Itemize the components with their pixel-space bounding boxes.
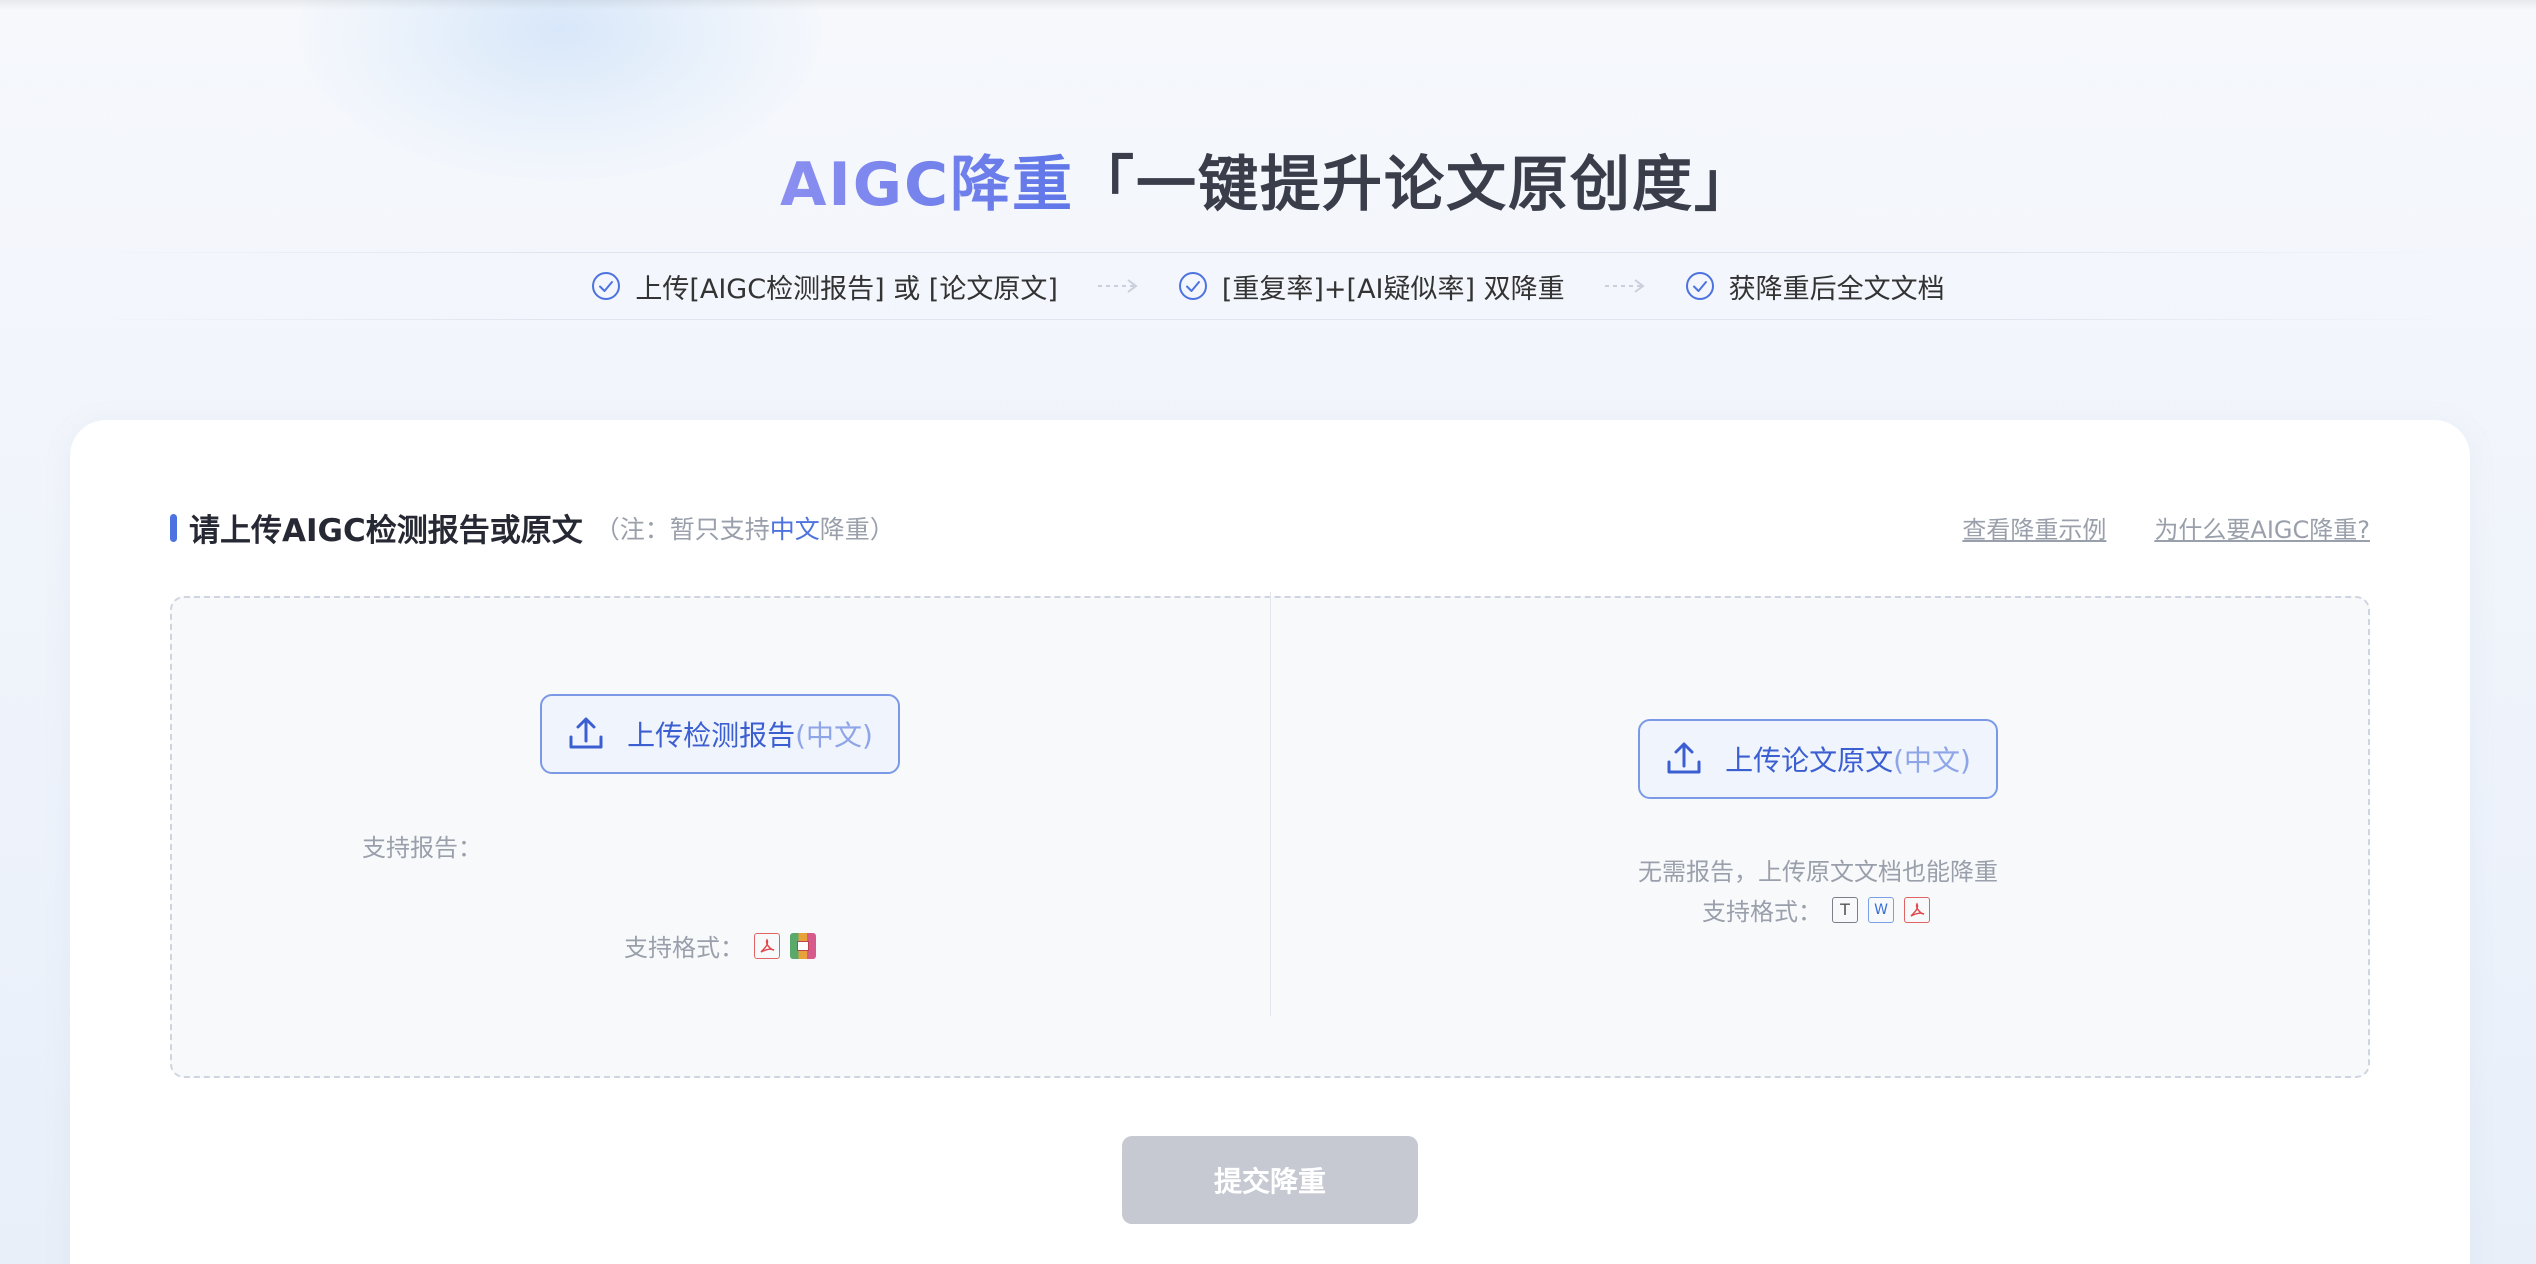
upload-card: 请上传AIGC检测报告或原文 （注：暂只支持中文降重） 查看降重示例 为什么要A… <box>70 420 2470 1264</box>
check-circle-icon <box>1178 272 1207 300</box>
steps-bottom-divider <box>75 319 2465 320</box>
section-note: （注：暂只支持中文降重） <box>595 510 895 546</box>
support-report-label: 支持报告： <box>362 834 482 862</box>
dashed-arrow-icon <box>1604 279 1645 293</box>
check-circle-icon <box>1685 272 1714 300</box>
pdf-icon <box>1904 896 1930 923</box>
process-steps: 上传[AIGC检测报告] 或 [论文原文] [重复率]+[AI疑似率] 双降重 … <box>0 262 2536 310</box>
dashed-arrow-icon <box>1097 279 1138 293</box>
step-label: [重复率]+[AI疑似率] 双降重 <box>1221 273 1565 305</box>
upload-dropzone[interactable]: 上传检测报告 (中文) 支持报告： 支持格式： 上传论文原文 (中文) 无需报告，上… <box>170 592 2370 1078</box>
support-format-label: 支持格式： <box>624 934 744 962</box>
step-get-document: 获降重后全文文档 <box>1685 267 1945 306</box>
upload-report-label: 上传检测报告 <box>627 719 796 752</box>
right-format-row: 支持格式： T W <box>1702 892 1930 927</box>
left-format-row: 支持格式： <box>624 928 816 963</box>
support-format-label: 支持格式： <box>1702 898 1822 926</box>
page-title-accent: AIGC降重 <box>779 150 1075 220</box>
upload-icon <box>1667 742 1701 774</box>
check-circle-icon <box>592 272 621 300</box>
view-example-link[interactable]: 查看降重示例 <box>1962 510 2106 545</box>
top-bar-shadow <box>0 0 2536 10</box>
step-label: 上传[AIGC检测报告] 或 [论文原文] <box>635 273 1058 305</box>
upload-paper-label: 上传论文原文 <box>1725 744 1894 777</box>
steps-top-divider <box>75 252 2465 253</box>
step-upload: 上传[AIGC检测报告] 或 [论文原文] <box>591 267 1058 306</box>
zip-icon <box>790 932 816 959</box>
section-accent-bar <box>170 513 177 542</box>
section-title: 请上传AIGC检测报告或原文 <box>189 513 583 549</box>
step-label: 获降重后全文文档 <box>1728 273 1945 305</box>
word-icon: W <box>1868 896 1894 923</box>
submit-button[interactable]: 提交降重 <box>1122 1136 1418 1224</box>
upload-report-button[interactable]: 上传检测报告 (中文) <box>540 694 900 774</box>
upload-report-suffix: (中文) <box>795 719 873 752</box>
pdf-icon <box>754 932 780 959</box>
note-suffix: 降重） <box>819 514 895 544</box>
no-report-hint: 无需报告，上传原文文档也能降重 <box>1638 858 1998 886</box>
step-dual-reduce: [重复率]+[AI疑似率] 双降重 <box>1178 267 1565 306</box>
section-header: 请上传AIGC检测报告或原文 （注：暂只支持中文降重） <box>170 505 895 550</box>
txt-icon: T <box>1832 896 1858 923</box>
note-highlight: 中文 <box>769 514 820 544</box>
header-links: 查看降重示例 为什么要AIGC降重? <box>1914 510 2370 545</box>
upload-paper-suffix: (中文) <box>1893 744 1971 777</box>
why-aigc-link[interactable]: 为什么要AIGC降重? <box>2154 510 2370 545</box>
upload-icon <box>569 717 603 749</box>
page-title: AIGC降重「一键提升论文原创度」 <box>0 145 2536 225</box>
dropzone-divider <box>1270 592 1271 1016</box>
page-title-rest: 「一键提升论文原创度」 <box>1074 150 1757 220</box>
upload-paper-button[interactable]: 上传论文原文 (中文) <box>1638 719 1998 799</box>
note-prefix: （注：暂只支持 <box>594 514 770 544</box>
